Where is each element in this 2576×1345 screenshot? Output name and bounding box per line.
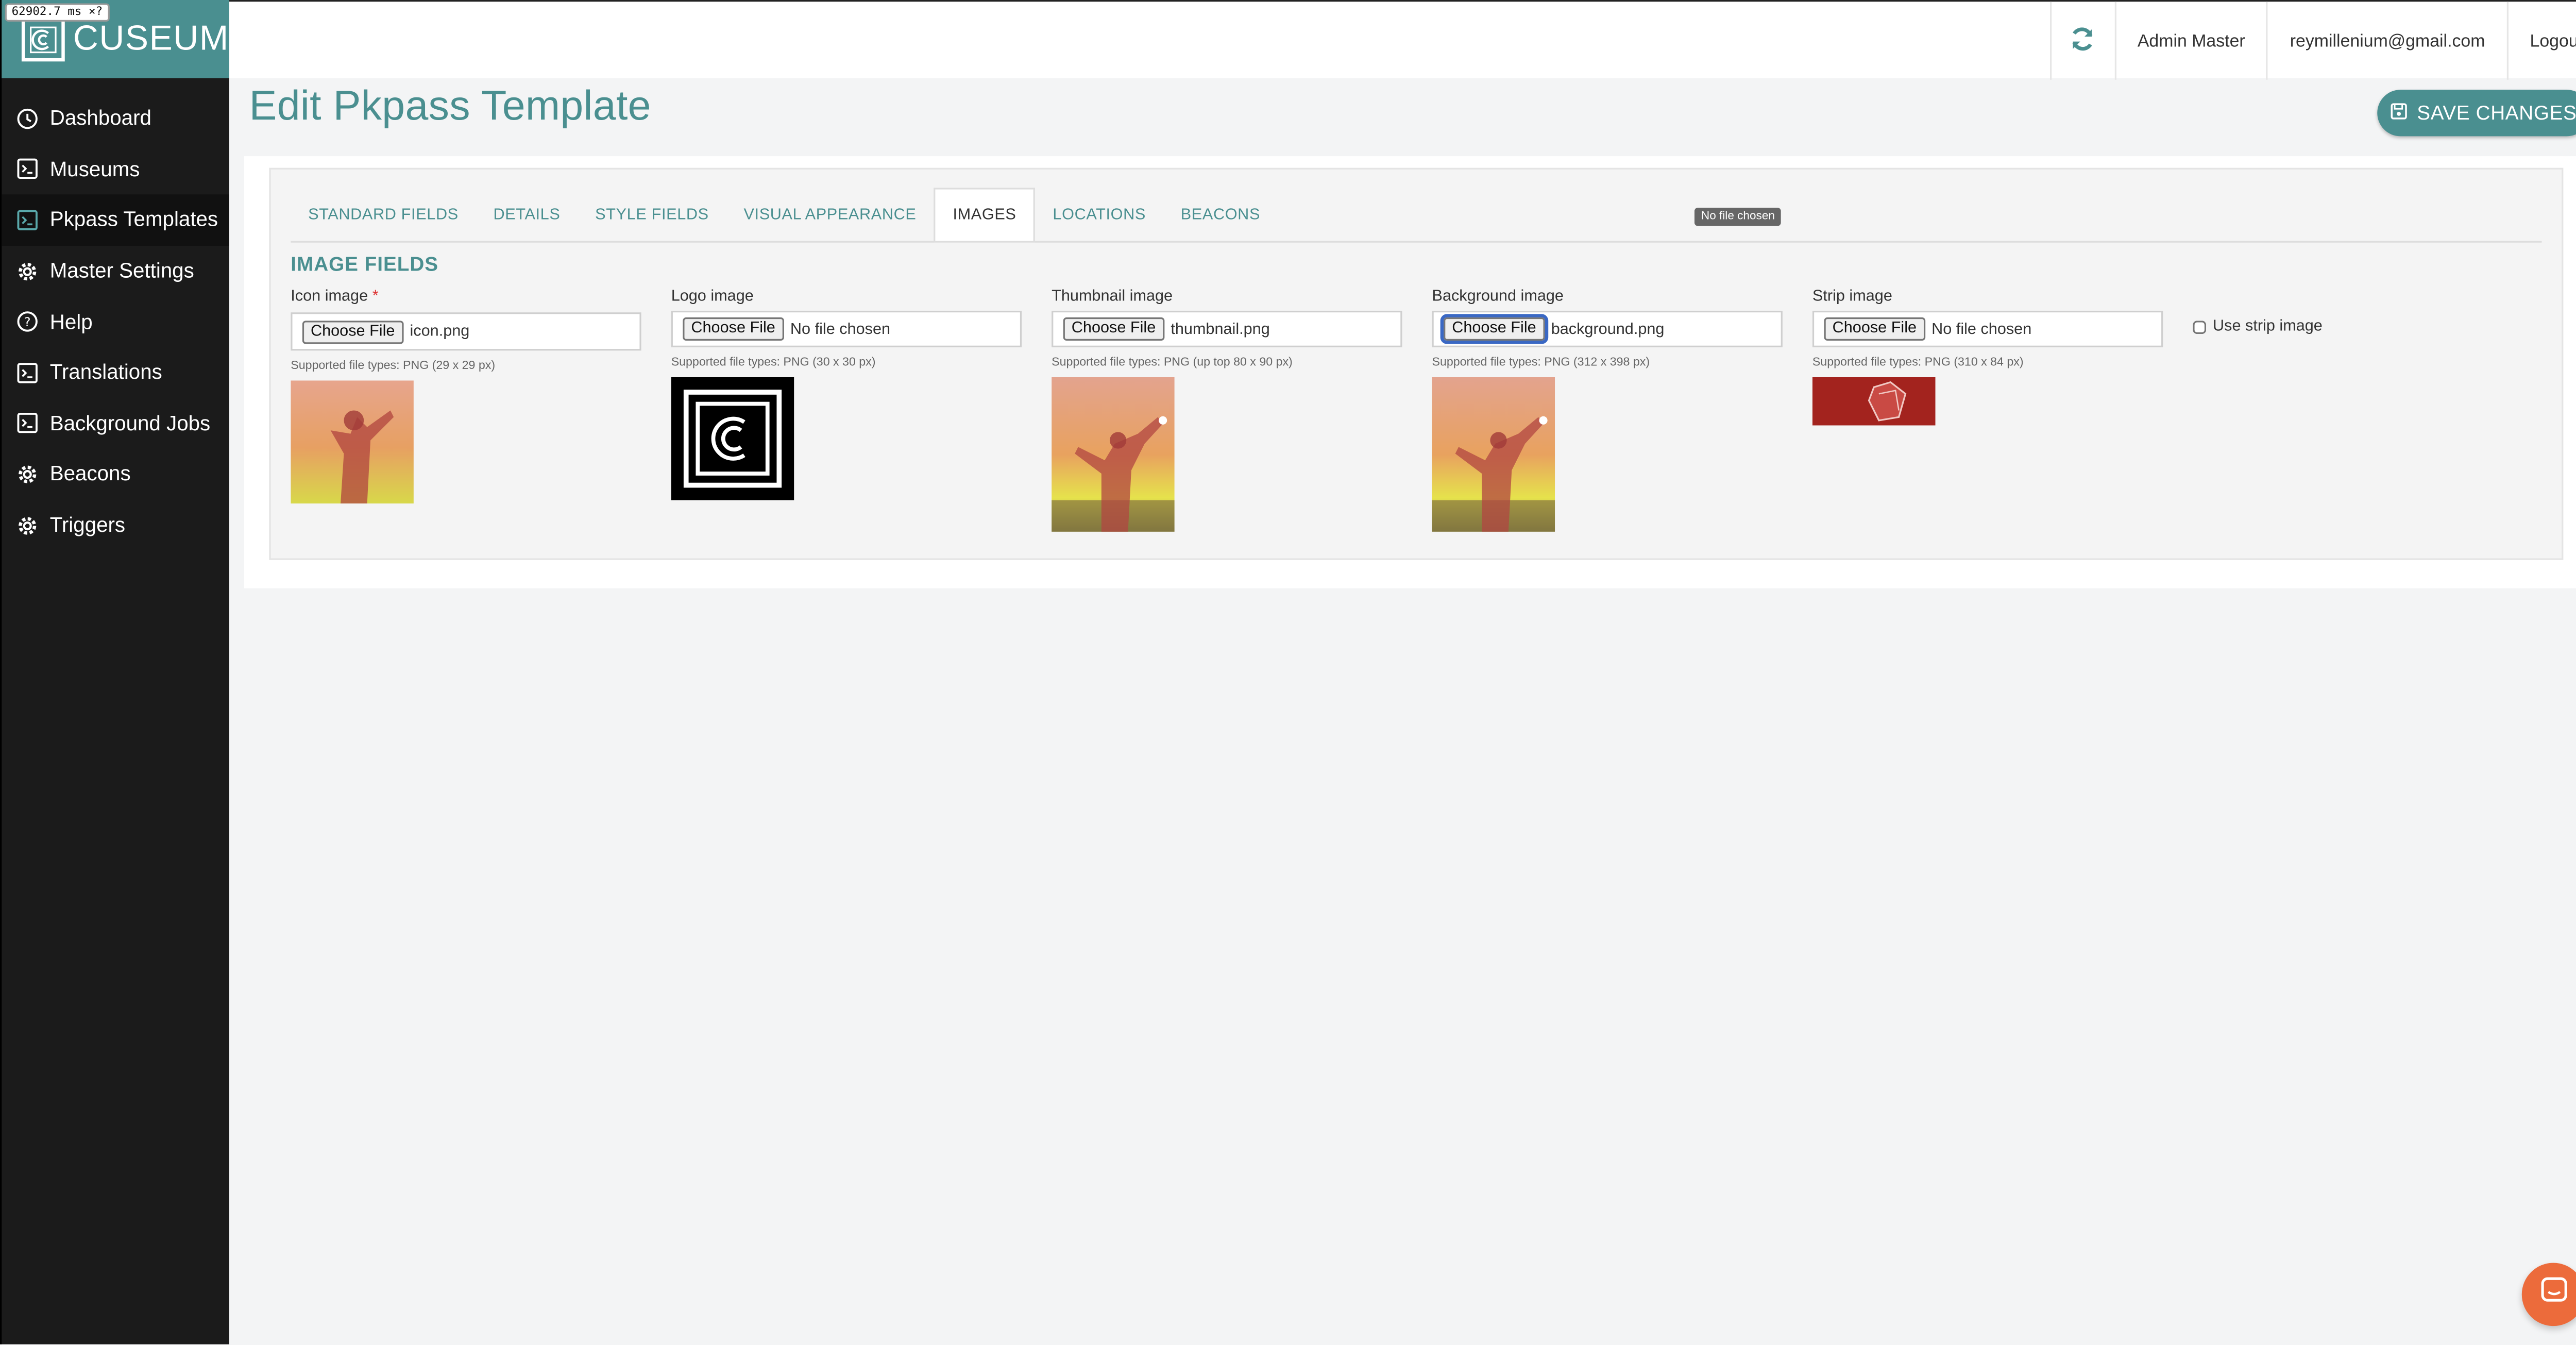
logo-image-preview (671, 377, 794, 500)
sidebar-item-label: Background Jobs (49, 412, 211, 435)
background-image-preview (1432, 377, 1555, 532)
icon-file-name: icon.png (410, 322, 470, 341)
thumbnail-file-name: thumbnail.png (1171, 320, 1270, 339)
tab-locations[interactable]: LOCATIONS (1036, 188, 1163, 242)
strip-image-input[interactable]: Choose File No file chosen (1812, 310, 2163, 347)
question-icon: ? (16, 311, 38, 333)
page-title: Edit Pkpass Template (249, 83, 651, 130)
terminal-icon (16, 209, 38, 231)
perf-badge: 62902.7 ms ×? (5, 3, 110, 22)
sidebar-item-label: Beacons (49, 462, 131, 486)
thumbnail-choose-file-button[interactable]: Choose File (1063, 317, 1164, 341)
strip-hint: Supported file types: PNG (310 x 84 px) (1812, 354, 2024, 369)
required-marker: * (372, 287, 379, 306)
sidebar-item-pkpass-templates[interactable]: Pkpass Templates (2, 194, 229, 246)
sidebar-item-dashboard[interactable]: Dashboard (2, 93, 229, 144)
sidebar-item-label: Translations (49, 361, 162, 384)
sidebar-item-translations[interactable]: Translations (2, 347, 229, 398)
background-image-label: Background image (1432, 287, 1564, 306)
tab-visual-appearance[interactable]: VISUAL APPEARANCE (726, 188, 934, 242)
sidebar-item-label: Pkpass Templates (49, 208, 218, 232)
terminal-icon (16, 159, 38, 180)
gear-icon (16, 260, 38, 282)
logo-image-input[interactable]: Choose File No file chosen (671, 310, 1022, 347)
sidebar: CUSEUM Dashboard Museums Pkpass Template… (0, 0, 229, 1344)
icon-image-field: Icon image * Choose File icon.png Suppor… (291, 287, 643, 504)
logout-link[interactable]: Logout (2506, 2, 2576, 80)
tab-images[interactable]: IMAGES (934, 188, 1036, 243)
background-choose-file-button[interactable]: Choose File (1440, 314, 1548, 344)
images-tab-content: STANDARD FIELDS DETAILS STYLE FIELDS VIS… (269, 167, 2564, 560)
logo-image-label: Logo image (671, 287, 754, 306)
logo-hint: Supported file types: PNG (30 x 30 px) (671, 354, 876, 369)
strip-choose-file-button[interactable]: Choose File (1824, 317, 1925, 341)
terminal-icon (16, 362, 38, 383)
template-form-panel: STANDARD FIELDS DETAILS STYLE FIELDS VIS… (244, 156, 2576, 589)
tab-standard-fields[interactable]: STANDARD FIELDS (291, 188, 476, 242)
tab-details[interactable]: DETAILS (476, 188, 578, 242)
sidebar-item-label: Triggers (49, 513, 126, 537)
thumbnail-image-label: Thumbnail image (1052, 287, 1173, 306)
sidebar-item-label: Master Settings (49, 259, 194, 283)
gear-icon (16, 463, 38, 485)
tab-beacons[interactable]: BEACONS (1163, 188, 1278, 242)
tab-style-fields[interactable]: STYLE FIELDS (578, 188, 726, 242)
top-bar: Admin Master reymillenium@gmail.com Logo… (229, 0, 2576, 80)
thumbnail-image-preview (1052, 377, 1175, 532)
tab-bar: STANDARD FIELDS DETAILS STYLE FIELDS VIS… (291, 188, 1278, 243)
save-changes-label: SAVE CHANGES (2417, 101, 2576, 125)
use-strip-image-label: Use strip image (2213, 317, 2323, 336)
logo-image-field: Logo image Choose File No file chosen Su… (671, 288, 1024, 500)
terminal-icon (16, 413, 38, 434)
sidebar-nav: Dashboard Museums Pkpass Templates Maste… (2, 78, 229, 551)
logo-choose-file-button[interactable]: Choose File (683, 317, 784, 341)
strip-image-label: Strip image (1812, 287, 1892, 306)
icon-choose-file-button[interactable]: Choose File (302, 320, 403, 343)
logo-file-name: No file chosen (790, 320, 891, 339)
icon-image-input[interactable]: Choose File icon.png (291, 312, 641, 351)
sidebar-item-beacons[interactable]: Beacons (2, 449, 229, 500)
background-image-input[interactable]: Choose File background.png (1432, 310, 1783, 347)
icon-image-preview (291, 380, 414, 504)
strip-image-field: Strip image Choose File No file chosen S… (1812, 288, 2165, 426)
sidebar-item-master-settings[interactable]: Master Settings (2, 246, 229, 297)
icon-hint: Supported file types: PNG (29 x 29 px) (291, 357, 496, 373)
sidebar-item-triggers[interactable]: Triggers (2, 500, 229, 551)
icon-image-label: Icon image (291, 287, 368, 306)
chat-launcher-button[interactable] (2521, 1263, 2576, 1326)
sidebar-item-background-jobs[interactable]: Background Jobs (2, 398, 229, 449)
background-file-name: background.png (1551, 320, 1665, 339)
sidebar-item-label: Museums (49, 157, 140, 181)
clock-icon (16, 108, 38, 129)
chat-icon (2539, 1276, 2568, 1313)
use-strip-image-checkbox[interactable] (2193, 320, 2207, 333)
user-email[interactable]: reymillenium@gmail.com (2266, 2, 2507, 80)
gear-icon (16, 514, 38, 536)
sidebar-item-label: Help (49, 310, 93, 334)
user-name[interactable]: Admin Master (2114, 2, 2267, 80)
floppy-disk-icon (2391, 102, 2407, 125)
cuseum-logo-icon (21, 17, 65, 61)
strip-file-name: No file chosen (1931, 320, 2032, 339)
refresh-button[interactable] (2049, 2, 2114, 80)
strip-image-preview (1812, 377, 1936, 426)
tab-divider (291, 241, 2542, 243)
background-hint: Supported file types: PNG (312 x 398 px) (1432, 354, 1650, 369)
sidebar-item-help[interactable]: ? Help (2, 296, 229, 347)
thumbnail-image-field: Thumbnail image Choose File thumbnail.pn… (1052, 288, 1404, 532)
file-tooltip: No file chosen (1694, 208, 1782, 226)
use-strip-image-option[interactable]: Use strip image (2193, 317, 2323, 335)
thumbnail-hint: Supported file types: PNG (up top 80 x 9… (1052, 354, 1293, 369)
save-changes-button[interactable]: SAVE CHANGES (2377, 90, 2576, 137)
section-title: IMAGE FIELDS (291, 253, 439, 276)
sidebar-item-museums[interactable]: Museums (2, 144, 229, 195)
thumbnail-image-input[interactable]: Choose File thumbnail.png (1052, 310, 1402, 347)
brand-name: CUSEUM (73, 19, 229, 58)
background-image-field: Background image Choose File background.… (1432, 288, 1785, 532)
svg-text:?: ? (24, 315, 31, 330)
refresh-icon (2069, 24, 2097, 57)
sidebar-item-label: Dashboard (49, 107, 151, 130)
